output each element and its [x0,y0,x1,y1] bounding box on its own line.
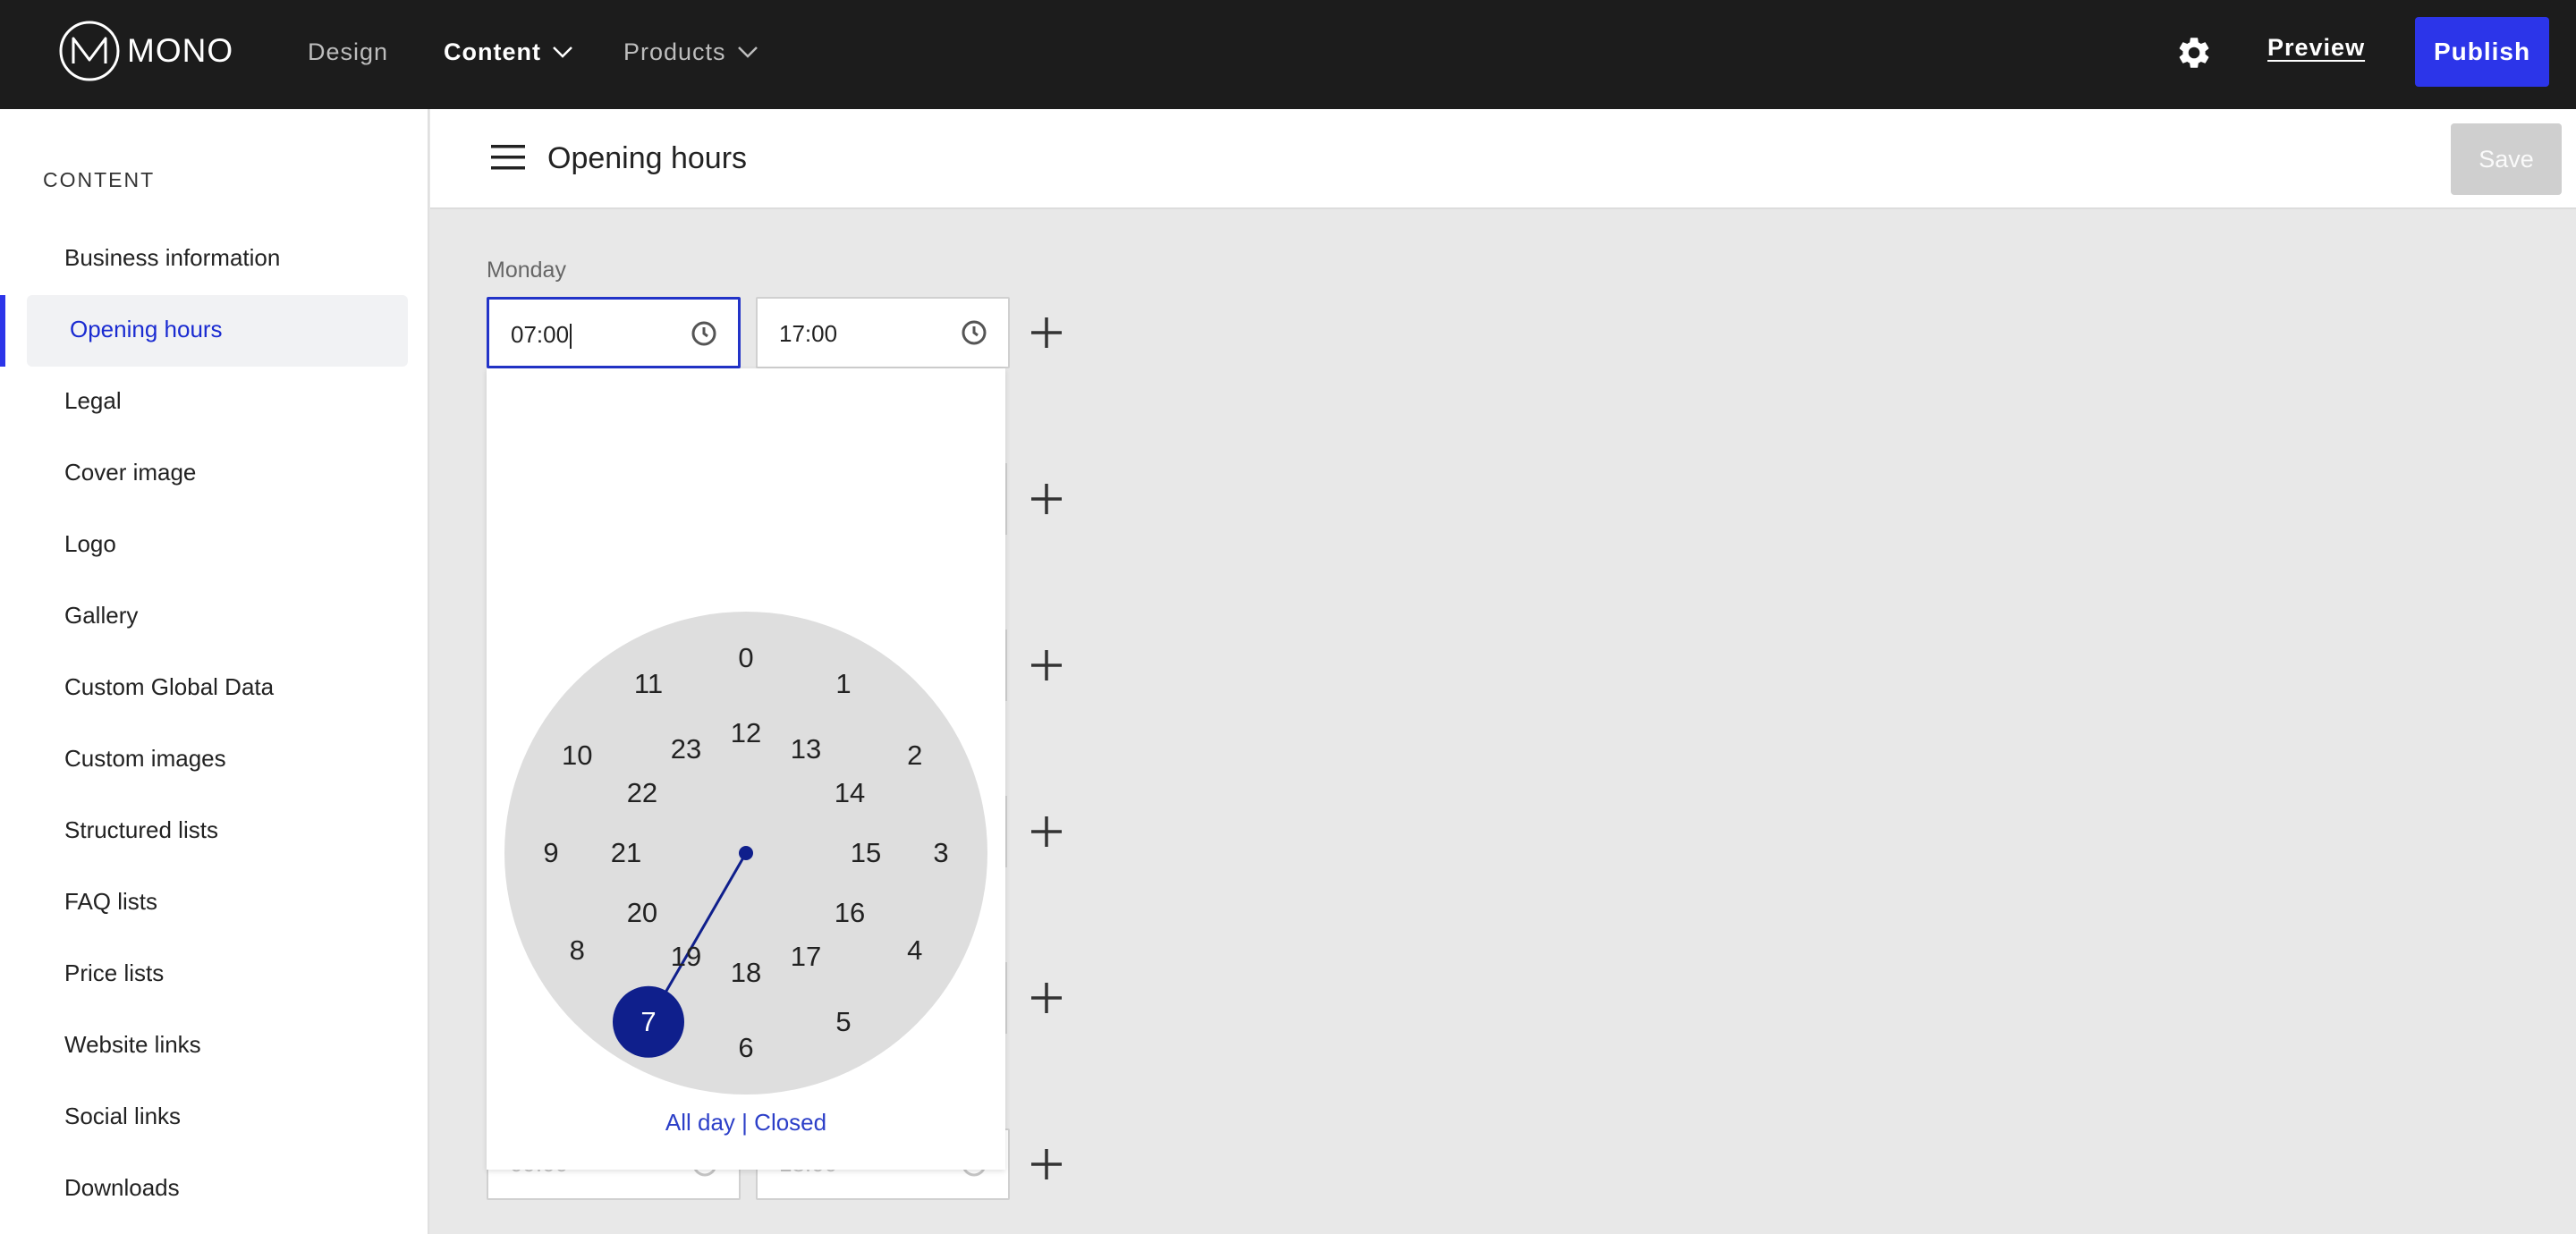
sidebar-item-logo[interactable]: Logo [64,526,116,562]
nav-design[interactable]: Design [308,32,388,72]
hour-option-9[interactable]: 9 [524,835,578,871]
monday-close-time-input[interactable]: 17:00 [756,297,1010,368]
sidebar-item-price-lists[interactable]: Price lists [64,955,164,991]
sidebar-item-custom-global-data[interactable]: Custom Global Data [64,669,274,705]
clock-center-dot [739,846,753,860]
plus-icon [1031,484,1062,514]
plus-icon [1031,816,1062,847]
plus-icon [1031,317,1062,348]
logo-icon [59,21,120,81]
field-edge [1005,962,1007,1034]
add-time-range-button[interactable] [1029,315,1064,351]
plus-icon [1031,1149,1062,1179]
hour-option-17[interactable]: 17 [779,939,833,975]
add-time-range-button[interactable] [1029,980,1064,1016]
hour-option-13[interactable]: 13 [779,731,833,767]
hour-option-19[interactable]: 19 [659,939,713,975]
chevron-down-icon [553,46,572,58]
field-edge [1005,463,1007,535]
page-title: Opening hours [547,141,748,175]
plus-icon [1031,650,1062,680]
hour-option-2[interactable]: 2 [888,738,942,773]
add-time-range-button[interactable] [1029,1146,1064,1182]
sidebar-item-social-links[interactable]: Social links [64,1098,181,1134]
chevron-down-icon [737,46,758,58]
hour-option-15[interactable]: 15 [839,835,893,871]
preview-link[interactable]: Preview [2267,34,2365,62]
hour-option-11[interactable]: 11 [622,666,675,702]
sidebar-item-legal[interactable]: Legal [64,383,122,418]
hour-option-4[interactable]: 4 [888,933,942,968]
logo-text: MONO [127,32,234,69]
add-time-range-button[interactable] [1029,481,1064,517]
menu-toggle-button[interactable] [491,143,527,176]
sidebar-item-faq-lists[interactable]: FAQ lists [64,883,157,919]
add-time-range-button[interactable] [1029,647,1064,683]
add-time-range-button[interactable] [1029,814,1064,849]
hour-option-7[interactable]: 7 [622,1004,675,1040]
sidebar: CONTENT Business information Opening hou… [0,109,429,1234]
hour-option-6[interactable]: 6 [719,1030,773,1066]
sidebar-item-cover-image[interactable]: Cover image [64,454,196,490]
hour-option-20[interactable]: 20 [615,895,669,931]
clock-icon[interactable] [690,319,718,348]
monday-close-time-value: 17:00 [779,320,838,347]
hour-option-1[interactable]: 1 [817,666,870,702]
nav-design-label: Design [308,38,389,65]
monday-open-time-input[interactable]: 07:00 [487,297,741,368]
plus-icon [1031,983,1062,1013]
hour-option-12[interactable]: 12 [719,715,773,751]
nav-products-label: Products [623,38,726,65]
logo[interactable]: MONO [59,21,233,81]
clock-icon[interactable] [960,318,988,347]
top-bar: MONO Design Content Products Preview Pub… [0,0,2576,109]
hour-option-23[interactable]: 23 [659,731,713,767]
nav-products[interactable]: Products [623,32,758,72]
all-day-link[interactable]: All day [665,1109,735,1136]
save-button[interactable]: Save [2451,123,2562,195]
time-picker-popup: 0 1 2 3 4 5 6 7 8 9 10 11 12 13 14 15 16 17 18 19 20 21 22 23 A… [487,368,1005,1170]
hour-option-10[interactable]: 10 [550,738,604,773]
settings-button[interactable] [2175,34,2213,72]
monday-open-time-value: 07:00 [511,321,572,350]
sidebar-item-downloads[interactable]: Downloads [64,1170,180,1205]
field-edge [1005,630,1007,701]
sidebar-section-title: CONTENT [43,168,156,191]
publish-button[interactable]: Publish [2415,17,2549,87]
sidebar-item-website-links[interactable]: Website links [64,1027,201,1062]
sidebar-item-custom-images[interactable]: Custom images [64,740,226,776]
sidebar-item-opening-hours[interactable]: Opening hours [70,311,223,347]
nav-content[interactable]: Content [444,32,573,72]
hour-option-21[interactable]: 21 [599,835,653,871]
picker-footer: All day | Closed [487,1109,1005,1137]
clock-dial[interactable]: 0 1 2 3 4 5 6 7 8 9 10 11 12 13 14 15 16 17 18 19 20 21 22 23 [504,612,987,1095]
sidebar-item-business-information[interactable]: Business information [64,240,280,275]
field-edge [1005,796,1007,867]
hour-option-16[interactable]: 16 [823,895,877,931]
hour-option-14[interactable]: 14 [823,775,877,811]
page-header: Opening hours [430,109,2576,209]
hour-option-8[interactable]: 8 [550,933,604,968]
closed-link[interactable]: Closed [754,1109,826,1136]
hour-option-5[interactable]: 5 [817,1004,870,1040]
hour-option-18[interactable]: 18 [719,955,773,991]
hour-option-22[interactable]: 22 [615,775,669,811]
day-label-monday: Monday [487,258,566,283]
hour-option-3[interactable]: 3 [914,835,968,871]
text-caret [570,324,572,350]
gear-icon [2179,38,2209,68]
hamburger-icon [491,145,525,170]
hour-option-0[interactable]: 0 [719,640,773,676]
footer-separator: | [741,1109,748,1136]
sidebar-item-gallery[interactable]: Gallery [64,597,138,633]
sidebar-item-structured-lists[interactable]: Structured lists [64,812,218,848]
sidebar-active-indicator [0,295,5,367]
nav-content-label: Content [444,38,541,65]
